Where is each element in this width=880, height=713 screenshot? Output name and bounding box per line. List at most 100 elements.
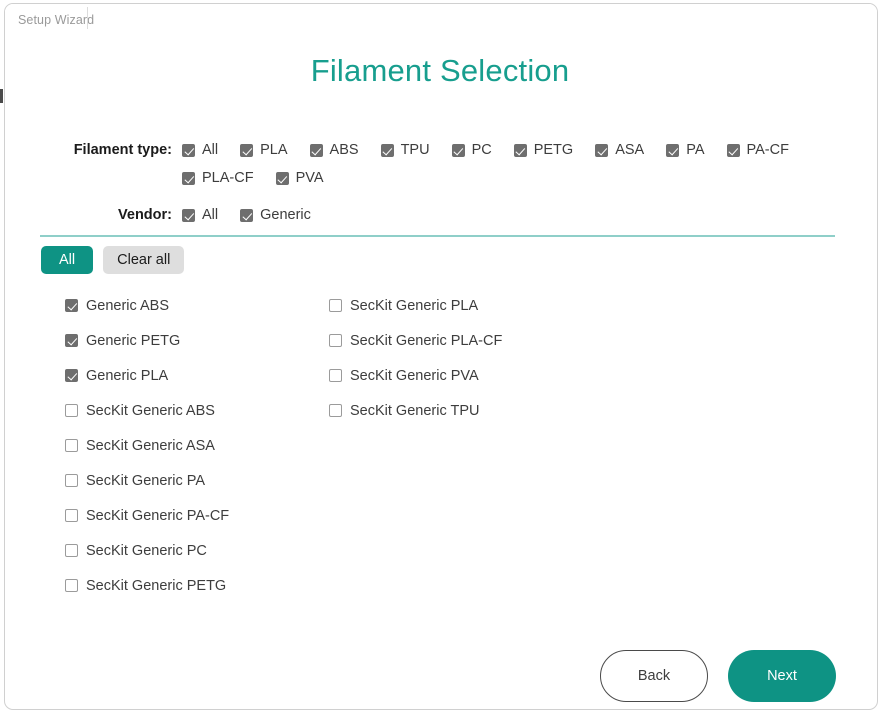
profile-list: Generic ABS Generic PETG Generic PLA SecKit… (0, 288, 880, 603)
filter-option-filament-type-pc[interactable]: PC (452, 142, 492, 158)
checkbox-icon[interactable] (240, 144, 253, 157)
checkbox-icon[interactable] (666, 144, 679, 157)
checkbox-icon[interactable] (276, 172, 289, 185)
checkbox-icon[interactable] (381, 144, 394, 157)
title-bar-divider (87, 7, 88, 29)
filter-option-label: Generic (260, 207, 311, 223)
window-edge-marker (0, 89, 3, 103)
profile-item[interactable]: SecKit Generic TPU (329, 393, 569, 428)
filter-option-label: PETG (534, 142, 573, 158)
profile-item[interactable]: Generic ABS (65, 288, 305, 323)
profile-item[interactable]: SecKit Generic PA-CF (65, 498, 305, 533)
clear-all-button[interactable]: Clear all (103, 246, 184, 274)
filter-options-vendor: All Generic (182, 198, 333, 235)
profile-item[interactable]: SecKit Generic ABS (65, 393, 305, 428)
selection-toolbar: All Clear all (41, 246, 184, 274)
profile-item-label: SecKit Generic ASA (86, 438, 215, 454)
checkbox-icon[interactable] (182, 172, 195, 185)
profile-item[interactable]: Generic PLA (65, 358, 305, 393)
checkbox-icon[interactable] (240, 209, 253, 222)
filter-row-vendor: Vendor: All Generic (0, 198, 880, 235)
checkbox-icon[interactable] (329, 334, 342, 347)
wizard-navigation: Back Next (0, 650, 880, 702)
filter-option-filament-type-pla[interactable]: PLA (240, 142, 287, 158)
filter-option-filament-type-asa[interactable]: ASA (595, 142, 644, 158)
checkbox-icon[interactable] (514, 144, 527, 157)
filter-option-label: ASA (615, 142, 644, 158)
profile-item-label: SecKit Generic PA-CF (86, 508, 229, 524)
profile-column-left: Generic ABS Generic PETG Generic PLA SecKit… (65, 288, 305, 603)
filter-option-label: ABS (330, 142, 359, 158)
profile-item[interactable]: SecKit Generic ASA (65, 428, 305, 463)
checkbox-icon[interactable] (65, 439, 78, 452)
profile-item-label: Generic PETG (86, 333, 180, 349)
select-all-button[interactable]: All (41, 246, 93, 274)
filter-option-filament-type-pva[interactable]: PVA (276, 170, 324, 186)
profile-item[interactable]: SecKit Generic PLA-CF (329, 323, 569, 358)
filter-option-label: All (202, 142, 218, 158)
checkbox-icon[interactable] (329, 404, 342, 417)
filter-option-filament-type-tpu[interactable]: TPU (381, 142, 430, 158)
checkbox-icon[interactable] (182, 209, 195, 222)
checkbox-icon[interactable] (65, 299, 78, 312)
filter-option-label: PLA (260, 142, 287, 158)
filter-option-filament-type-abs[interactable]: ABS (310, 142, 359, 158)
profile-item[interactable]: SecKit Generic PETG (65, 568, 305, 603)
profile-item-label: SecKit Generic PETG (86, 578, 226, 594)
profile-item-label: SecKit Generic TPU (350, 403, 479, 419)
checkbox-icon[interactable] (65, 404, 78, 417)
profile-item[interactable]: Generic PETG (65, 323, 305, 358)
checkbox-icon[interactable] (65, 509, 78, 522)
filter-option-filament-type-pa-cf[interactable]: PA-CF (727, 142, 789, 158)
checkbox-icon[interactable] (65, 369, 78, 382)
profile-item-label: Generic ABS (86, 298, 169, 314)
filter-option-label: TPU (401, 142, 430, 158)
filter-option-filament-type-all[interactable]: All (182, 142, 218, 158)
checkbox-icon[interactable] (452, 144, 465, 157)
profile-item-label: SecKit Generic ABS (86, 403, 215, 419)
filter-label-filament-type: Filament type: (0, 133, 182, 158)
filter-option-filament-type-pla-cf[interactable]: PLA-CF (182, 170, 254, 186)
section-divider (40, 235, 835, 237)
filter-section: Filament type: All PLA ABS TPU PC PETG ASA PA PA-… (0, 133, 880, 235)
window-title: Setup Wizard (18, 13, 94, 27)
filter-option-label: PC (472, 142, 492, 158)
profile-column-right: SecKit Generic PLA SecKit Generic PLA-CF S… (329, 288, 569, 603)
profile-item-label: SecKit Generic PVA (350, 368, 479, 384)
page-title: Filament Selection (0, 53, 880, 89)
profile-item-label: SecKit Generic PA (86, 473, 205, 489)
filter-option-vendor-generic[interactable]: Generic (240, 207, 311, 223)
checkbox-icon[interactable] (329, 299, 342, 312)
title-bar: Setup Wizard (5, 4, 877, 30)
checkbox-icon[interactable] (595, 144, 608, 157)
filter-row-filament-type: Filament type: All PLA ABS TPU PC PETG ASA PA PA-… (0, 133, 880, 198)
profile-item[interactable]: SecKit Generic PLA (329, 288, 569, 323)
filter-option-label: PLA-CF (202, 170, 254, 186)
checkbox-icon[interactable] (329, 369, 342, 382)
setup-wizard-window: Setup Wizard Filament Selection Filament… (0, 0, 880, 713)
checkbox-icon[interactable] (65, 579, 78, 592)
checkbox-icon[interactable] (65, 334, 78, 347)
filter-options-filament-type: All PLA ABS TPU PC PETG ASA PA PA-CF PLA-CF PVA (182, 133, 822, 198)
filter-option-label: PA-CF (747, 142, 789, 158)
filter-option-filament-type-pa[interactable]: PA (666, 142, 704, 158)
profile-item[interactable]: SecKit Generic PC (65, 533, 305, 568)
profile-item-label: SecKit Generic PLA (350, 298, 478, 314)
next-button[interactable]: Next (728, 650, 836, 702)
back-button[interactable]: Back (600, 650, 708, 702)
filter-option-label: PA (686, 142, 704, 158)
profile-item[interactable]: SecKit Generic PVA (329, 358, 569, 393)
filter-label-vendor: Vendor: (0, 198, 182, 223)
profile-item-label: SecKit Generic PLA-CF (350, 333, 502, 349)
filter-option-label: All (202, 207, 218, 223)
checkbox-icon[interactable] (310, 144, 323, 157)
checkbox-icon[interactable] (182, 144, 195, 157)
profile-item[interactable]: SecKit Generic PA (65, 463, 305, 498)
filter-option-vendor-all[interactable]: All (182, 207, 218, 223)
checkbox-icon[interactable] (727, 144, 740, 157)
filter-option-label: PVA (296, 170, 324, 186)
checkbox-icon[interactable] (65, 544, 78, 557)
filter-option-filament-type-petg[interactable]: PETG (514, 142, 573, 158)
checkbox-icon[interactable] (65, 474, 78, 487)
profile-item-label: Generic PLA (86, 368, 168, 384)
